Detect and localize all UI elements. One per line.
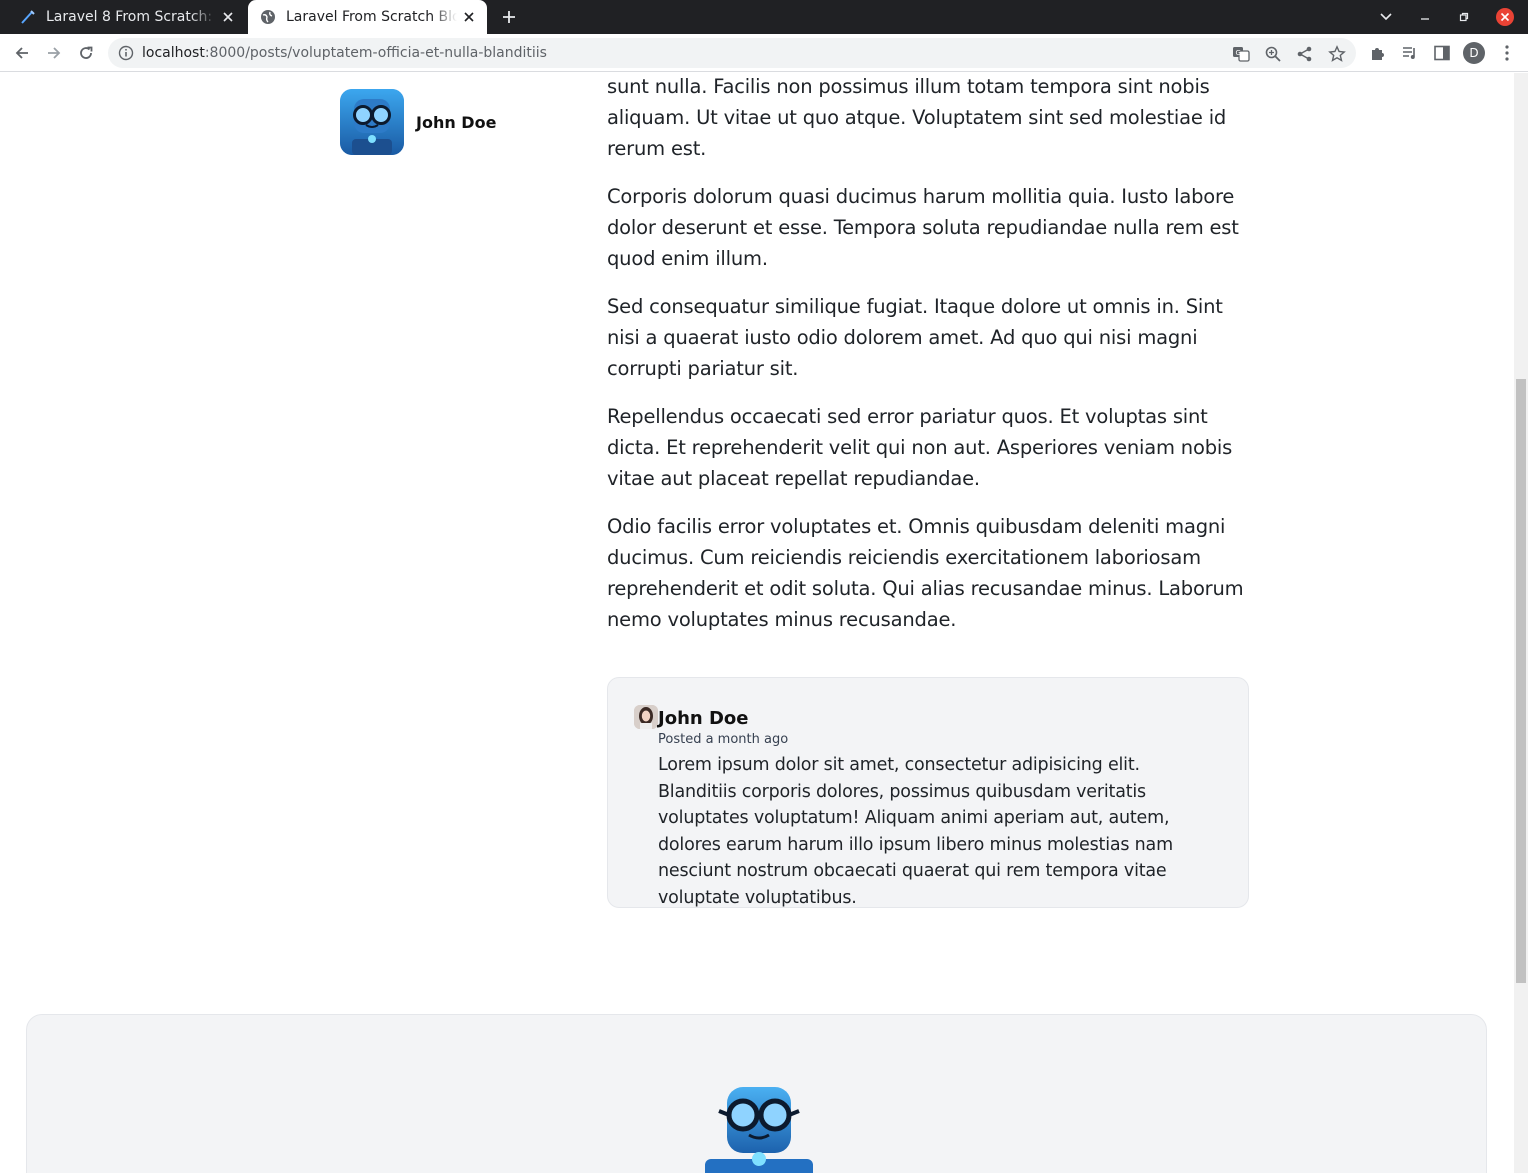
- scrollbar-thumb[interactable]: [1516, 379, 1526, 983]
- forward-icon[interactable]: [41, 41, 67, 65]
- footer-logo: [705, 1085, 813, 1173]
- comment-author[interactable]: John Doe: [658, 708, 748, 729]
- comment-timestamp: Posted a month ago: [658, 732, 789, 747]
- post-paragraph: Sed consequatur similique fugiat. Itaque…: [607, 295, 1223, 380]
- globe-icon: [260, 9, 276, 25]
- author-name[interactable]: John Doe: [416, 113, 496, 132]
- zoom-icon[interactable]: [1264, 45, 1282, 63]
- url-path: :8000/posts/voluptatem-officia-et-nulla-…: [204, 45, 547, 61]
- tab-laravel-8-from-scratch[interactable]: Laravel 8 From Scratch: W: [8, 0, 246, 34]
- back-icon[interactable]: [9, 41, 35, 65]
- post-paragraph: Repellendus occaecati sed error pariatur…: [607, 405, 1233, 490]
- close-window-icon[interactable]: [1485, 0, 1525, 34]
- post-body: sunt nulla. Facilis non possimus illum t…: [607, 73, 1249, 652]
- minimize-icon[interactable]: [1405, 0, 1445, 34]
- media-control-icon[interactable]: [1400, 43, 1420, 63]
- site-footer: [26, 1014, 1487, 1173]
- page-viewport: John Doe sunt nulla. Facilis non possimu…: [0, 73, 1514, 1173]
- comment-body: Lorem ipsum dolor sit amet, consectetur …: [658, 755, 1173, 908]
- new-tab-icon[interactable]: [497, 5, 521, 29]
- address-bar[interactable]: localhost:8000/posts/voluptatem-officia-…: [108, 38, 1356, 68]
- browser-menu-icon[interactable]: [1497, 43, 1517, 63]
- extensions-puzzle-icon[interactable]: [1368, 43, 1388, 63]
- post-author: John Doe: [340, 89, 496, 155]
- site-info-icon[interactable]: [118, 45, 134, 61]
- post-paragraph: Odio facilis error voluptates et. Omnis …: [607, 515, 1244, 631]
- restore-icon[interactable]: [1444, 0, 1484, 34]
- tab-title: Laravel 8 From Scratch: W: [46, 9, 216, 25]
- comment-card: John Doe Posted a month ago Lorem ipsum …: [607, 677, 1249, 908]
- translate-icon[interactable]: G: [1232, 45, 1250, 63]
- page-scrollbar[interactable]: [1514, 73, 1528, 1173]
- post-paragraph: sunt nulla. Facilis non possimus illum t…: [607, 75, 1227, 160]
- tab-search-chevron-icon[interactable]: [1366, 0, 1406, 34]
- share-icon[interactable]: [1296, 45, 1314, 63]
- reload-icon[interactable]: [73, 41, 99, 65]
- close-tab-icon[interactable]: [457, 5, 481, 29]
- url-host: localhost: [142, 45, 205, 61]
- side-panel-icon[interactable]: [1432, 43, 1452, 63]
- post-paragraph: Corporis dolorum quasi ducimus harum mol…: [607, 185, 1239, 270]
- commenter-avatar: [634, 705, 658, 729]
- tab-strip: Laravel 8 From Scratch: W Laravel From S…: [0, 0, 1528, 34]
- tab-laravel-from-scratch-blog[interactable]: Laravel From Scratch Blog: [248, 0, 487, 34]
- svg-text:G: G: [1236, 49, 1241, 57]
- laracasts-icon: [20, 9, 36, 25]
- close-tab-icon[interactable]: [216, 5, 240, 29]
- author-avatar: [340, 89, 404, 155]
- profile-avatar[interactable]: D: [1463, 42, 1485, 64]
- tab-title: Laravel From Scratch Blog: [286, 9, 457, 25]
- browser-toolbar: localhost:8000/posts/voluptatem-officia-…: [0, 34, 1528, 72]
- url-text: localhost:8000/posts/voluptatem-officia-…: [142, 38, 547, 68]
- bookmark-star-icon[interactable]: [1328, 45, 1346, 63]
